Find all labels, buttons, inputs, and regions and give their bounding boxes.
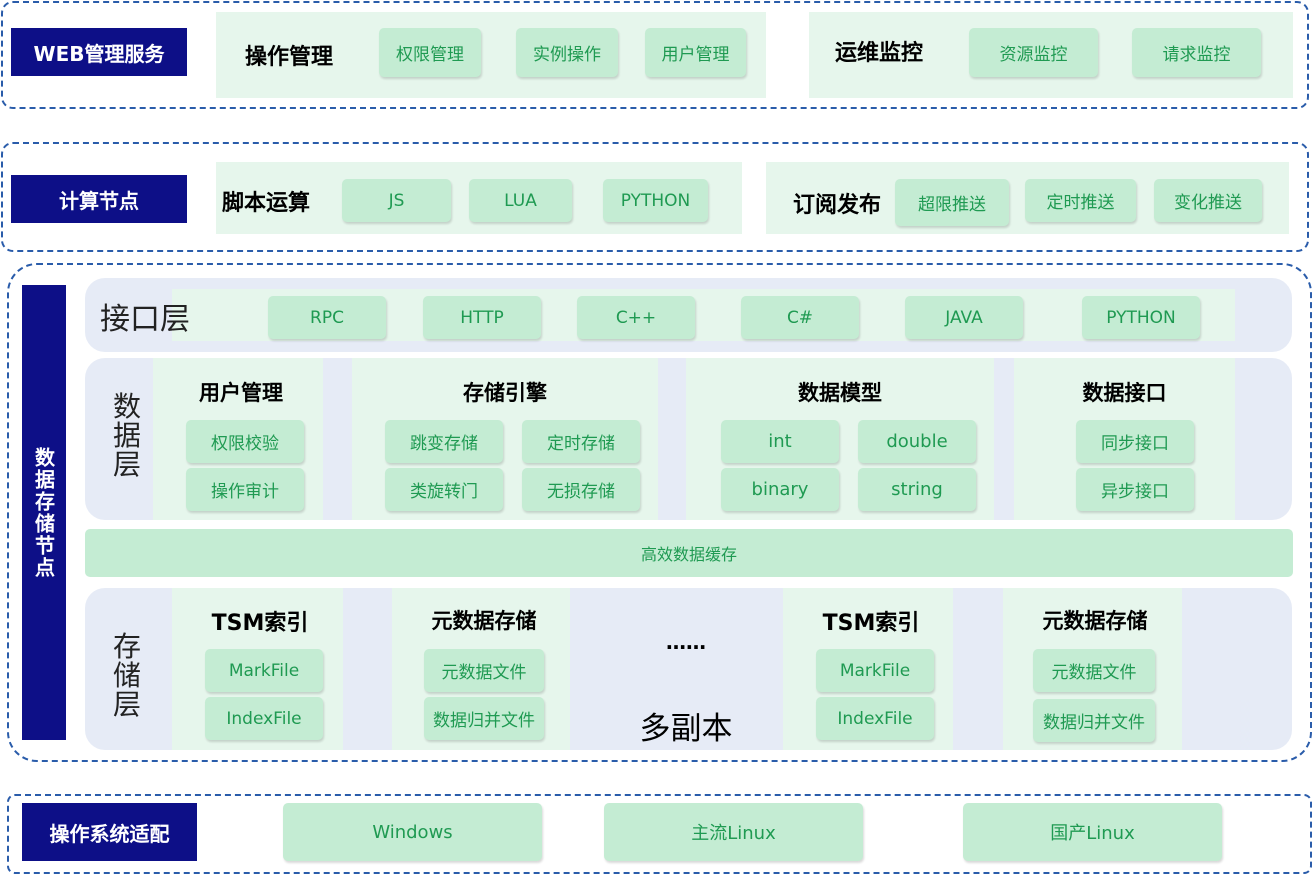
chip-indexfile-1: IndexFile [205, 697, 323, 740]
chip-domestic-linux: 国产Linux [963, 803, 1222, 861]
chip-request-monitor: 请求监控 [1132, 28, 1261, 77]
chip-lua: LUA [469, 179, 572, 222]
chip-merge-file-2: 数据归并文件 [1033, 699, 1155, 742]
chip-ops-audit: 操作审计 [186, 468, 304, 511]
chip-double: double [858, 420, 976, 463]
interface-layer-title: 接口层 [100, 302, 190, 337]
chip-windows: Windows [283, 803, 542, 861]
chip-jump-storage: 跳变存储 [385, 420, 503, 463]
chip-python-if: PYTHON [1082, 296, 1200, 339]
chip-timed-storage: 定时存储 [522, 420, 640, 463]
meta1-title: 元数据存储 [431, 609, 537, 633]
chip-user-mgmt: 用户管理 [645, 28, 746, 77]
chip-overlimit-push: 超限推送 [895, 179, 1009, 226]
compute-node-label: 计算节点 [11, 175, 187, 223]
chip-http: HTTP [423, 296, 541, 339]
chip-swing-door: 类旋转门 [385, 468, 503, 511]
chip-mainstream-linux: 主流Linux [604, 803, 863, 861]
os-adapt-label: 操作系统适配 [22, 803, 197, 861]
chip-markfile-2: MarkFile [816, 649, 934, 692]
meta2-title: 元数据存储 [1042, 609, 1148, 633]
web-management-label: WEB管理服务 [11, 28, 187, 76]
chip-python-script: PYTHON [603, 179, 708, 222]
chip-meta-file-1: 元数据文件 [424, 649, 544, 692]
chip-cpp: C++ [577, 296, 695, 339]
chip-meta-file-2: 元数据文件 [1033, 649, 1155, 692]
ops-management-title: 操作管理 [245, 45, 334, 70]
chip-lossless-storage: 无损存储 [522, 468, 640, 511]
chip-java: JAVA [905, 296, 1023, 339]
chip-binary: binary [721, 468, 839, 511]
engine-title: 存储引擎 [463, 381, 547, 405]
storage-node-label-text: 数据存储节点 [31, 446, 56, 579]
tsm2-title: TSM索引 [822, 611, 920, 636]
chip-change-push: 变化推送 [1154, 179, 1262, 222]
tsm1-title: TSM索引 [211, 611, 309, 636]
chip-async-if: 异步接口 [1076, 468, 1194, 511]
chip-markfile-1: MarkFile [205, 649, 323, 692]
chip-permission-check: 权限校验 [186, 420, 304, 463]
chip-indexfile-2: IndexFile [816, 697, 934, 740]
ops-monitor-title: 运维监控 [835, 41, 924, 66]
data-layer-title: 数据层 [112, 390, 141, 481]
chip-timed-push: 定时推送 [1025, 179, 1136, 222]
chip-js: JS [342, 179, 451, 222]
chip-sync-if: 同步接口 [1076, 420, 1194, 463]
chip-merge-file-1: 数据归并文件 [424, 697, 544, 740]
storage-node-label: 数据存储节点 [22, 285, 66, 740]
chip-rpc: RPC [268, 296, 386, 339]
chip-permission-mgmt: 权限管理 [379, 28, 481, 77]
chip-int: int [721, 420, 839, 463]
pubsub-title: 订阅发布 [793, 193, 882, 218]
data-if-title: 数据接口 [1082, 381, 1167, 405]
chip-instance-ops: 实例操作 [516, 28, 618, 77]
cache-bar: 高效数据缓存 [85, 529, 1293, 577]
user-mgmt-title: 用户管理 [199, 381, 283, 405]
storage-layer-title: 存储层 [112, 630, 141, 721]
model-title: 数据模型 [798, 381, 882, 405]
chip-resource-monitor: 资源监控 [969, 28, 1098, 77]
chip-csharp: C# [741, 296, 859, 339]
multi-replica-text: 多副本 [639, 711, 733, 747]
script-compute-title: 脚本运算 [222, 191, 311, 216]
chip-string: string [858, 468, 976, 511]
ellipsis-text: …… [666, 630, 706, 654]
